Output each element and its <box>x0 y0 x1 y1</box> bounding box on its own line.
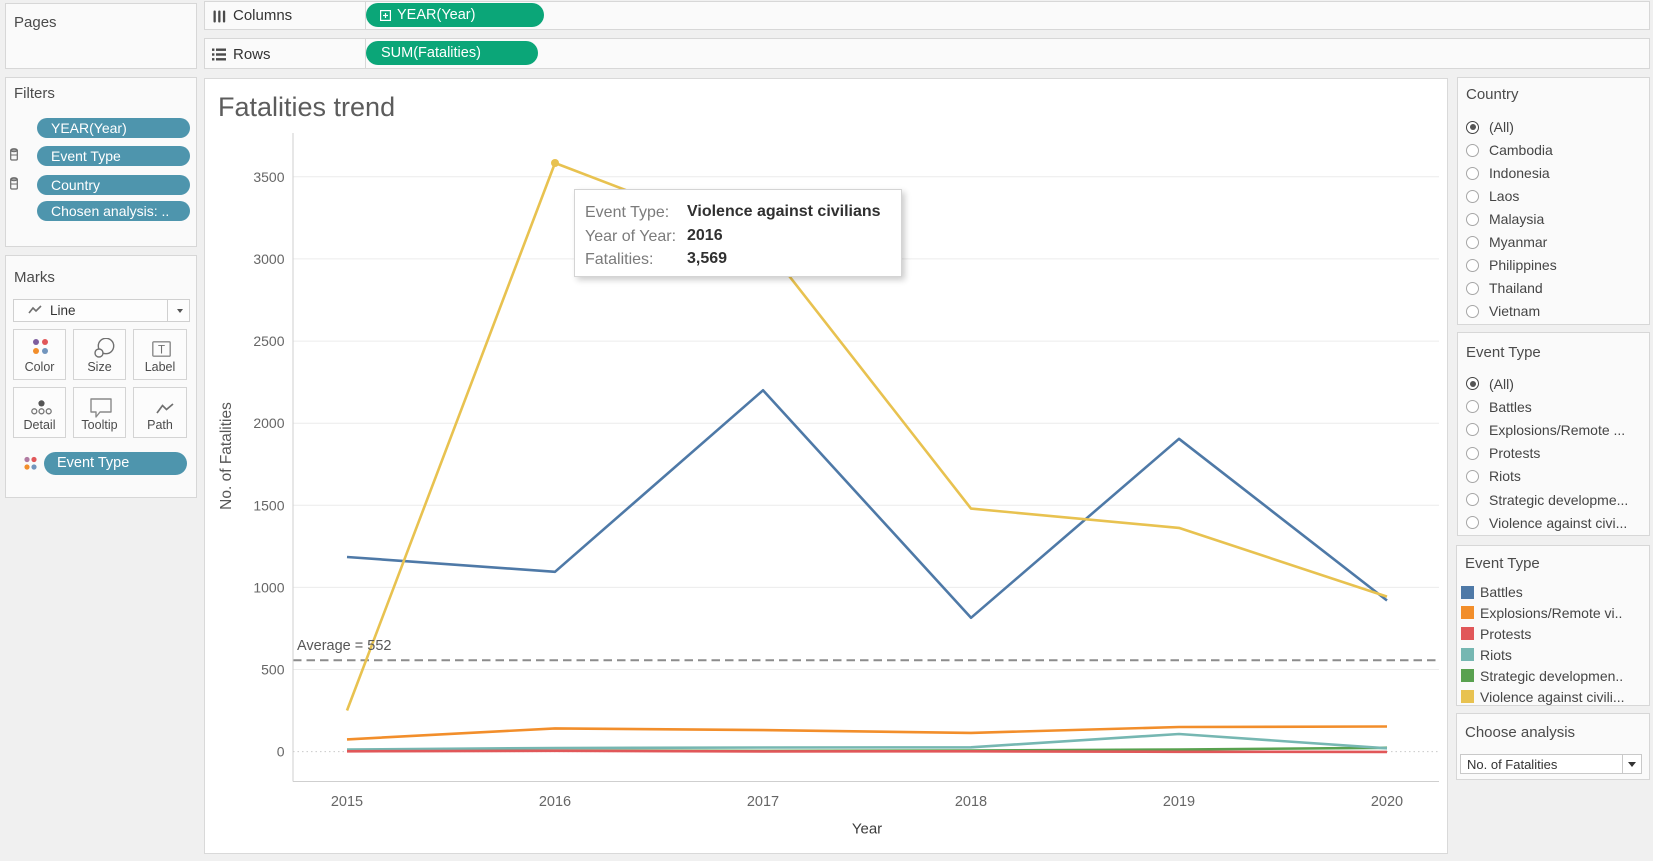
svg-text:3500: 3500 <box>253 169 284 185</box>
svg-text:Average = 552: Average = 552 <box>297 638 391 654</box>
svg-text:T: T <box>158 344 165 356</box>
svg-text:1000: 1000 <box>253 579 284 595</box>
svg-text:2015: 2015 <box>331 794 363 810</box>
svg-text:2019: 2019 <box>1163 794 1195 810</box>
svg-text:Year: Year <box>852 821 882 838</box>
svg-text:2018: 2018 <box>955 794 987 810</box>
svg-text:500: 500 <box>261 662 285 678</box>
svg-text:0: 0 <box>277 744 285 760</box>
svg-text:2016: 2016 <box>539 794 571 810</box>
svg-text:3000: 3000 <box>253 251 284 267</box>
svg-text:1500: 1500 <box>253 497 284 513</box>
svg-text:2500: 2500 <box>253 333 284 349</box>
svg-text:2017: 2017 <box>747 794 779 810</box>
svg-text:2020: 2020 <box>1371 794 1403 810</box>
svg-text:2000: 2000 <box>253 415 284 431</box>
